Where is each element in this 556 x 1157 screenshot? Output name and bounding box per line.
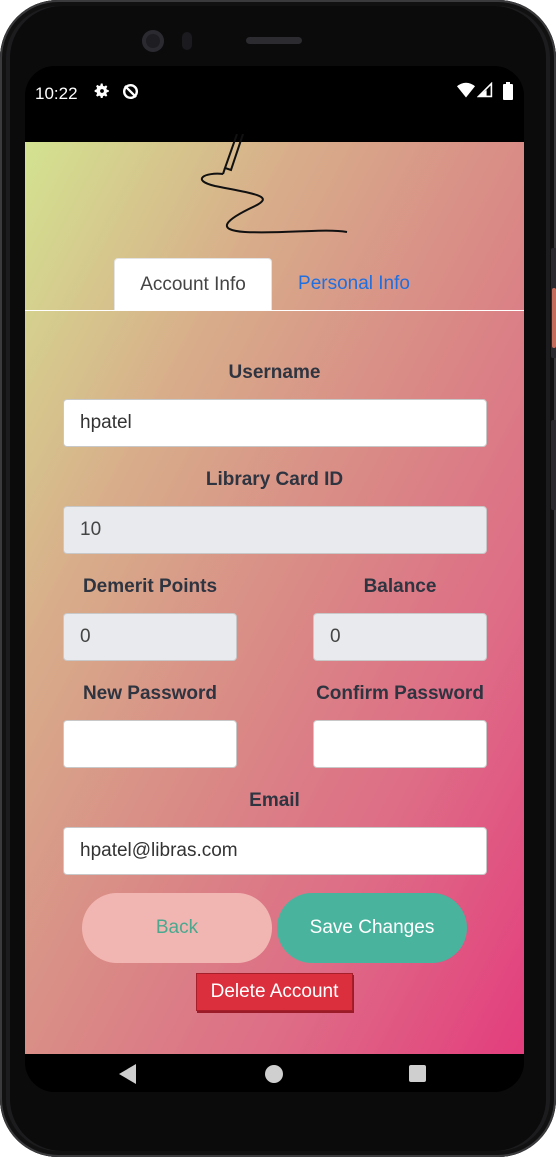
new-password-field[interactable] (63, 720, 237, 768)
demerit-points-field: 0 (63, 613, 237, 661)
email-label: Email (249, 790, 300, 811)
screen: 10:22 Account Info Personal Info Usernam… (25, 66, 524, 1092)
proximity-sensor (182, 32, 192, 50)
save-changes-button[interactable]: Save Changes (277, 893, 467, 963)
library-card-field: 10 (63, 506, 487, 554)
demerit-points-label: Demerit Points (82, 576, 218, 597)
volume-button (551, 248, 556, 358)
library-card-label: Library Card ID (205, 469, 344, 490)
username-label: Username (228, 362, 321, 383)
front-camera (142, 30, 164, 52)
nav-recents-icon[interactable] (409, 1065, 426, 1082)
new-password-label: New Password (82, 683, 218, 704)
nav-back-icon[interactable] (119, 1064, 136, 1084)
status-time: 10:22 (35, 84, 78, 103)
username-field[interactable]: hpatel (63, 399, 487, 447)
status-bar: 10:22 (25, 66, 524, 142)
back-button[interactable]: Back (82, 893, 272, 963)
email-field[interactable]: hpatel@libras.com (63, 827, 487, 875)
tab-personal-info[interactable]: Personal Info (280, 258, 428, 310)
gear-icon (93, 82, 111, 105)
tabs-divider (25, 310, 524, 311)
power-button (551, 420, 556, 510)
confirm-password-field[interactable] (313, 720, 487, 768)
delete-account-button[interactable]: Delete Account (196, 973, 353, 1011)
account-form-area: Account Info Personal Info Username hpat… (25, 134, 524, 1054)
no-sync-icon (121, 82, 140, 106)
nav-home-icon[interactable] (265, 1065, 283, 1083)
phone-frame: 10:22 Account Info Personal Info Usernam… (0, 0, 556, 1157)
battery-icon (503, 82, 513, 105)
balance-field: 0 (313, 613, 487, 661)
signal-icon (476, 81, 493, 103)
balance-label: Balance (363, 576, 437, 597)
signature-logo (200, 134, 348, 234)
confirm-password-label: Confirm Password (316, 683, 484, 704)
tab-account-info[interactable]: Account Info (114, 258, 272, 311)
wifi-icon (457, 82, 475, 103)
earpiece-speaker (246, 37, 302, 44)
navigation-bar (25, 1054, 524, 1092)
